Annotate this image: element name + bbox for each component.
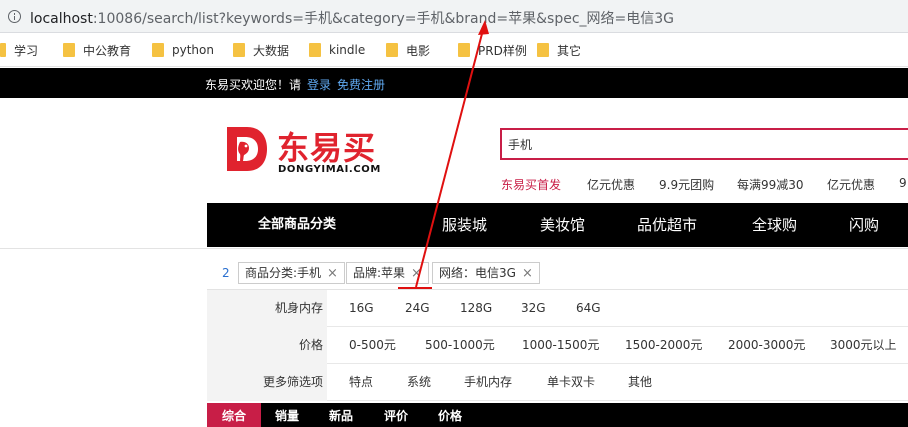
nav-item[interactable]: 品优超市 [637, 203, 697, 247]
filter-option[interactable]: 其他 [628, 364, 652, 401]
url-text[interactable]: localhost:10086/search/list?keywords=手机&… [30, 8, 674, 28]
sort-tab[interactable]: 价格 [438, 403, 462, 427]
folder-icon [386, 43, 398, 57]
bookmark-item[interactable]: 中公教育 [63, 42, 131, 58]
filter-option[interactable]: 32G [521, 290, 546, 327]
filter-option[interactable]: 手机内存 [464, 364, 512, 401]
hot-link[interactable]: 9 [899, 176, 907, 190]
sort-tab[interactable]: 新品 [329, 403, 353, 427]
site-logo[interactable]: 东易买 DONGYIMAI.COM [225, 123, 395, 178]
filter-option[interactable]: 1500-2000元 [625, 327, 702, 364]
filter-option[interactable]: 500-1000元 [425, 327, 495, 364]
hot-link[interactable]: 亿元优惠 [827, 176, 875, 193]
hot-link[interactable]: 亿元优惠 [587, 176, 635, 193]
filter-option[interactable]: 特点 [349, 364, 373, 401]
filter-panel: 机身内存 16G 24G 128G 32G 64G 价格 0-500元 500-… [207, 289, 908, 402]
nav-item[interactable]: 美妆馆 [540, 203, 585, 247]
close-icon[interactable]: × [522, 266, 533, 281]
folder-icon [63, 43, 75, 57]
filter-option[interactable]: 24G [405, 290, 430, 327]
divider [0, 248, 908, 249]
url-path: :10086/search/list?keywords=手机&category=… [92, 11, 675, 27]
bookmark-item[interactable]: 学习 [0, 42, 38, 58]
bookmark-item[interactable]: PRD样例 [458, 42, 527, 58]
welcome-text: 东易买欢迎您！请 登录 免费注册 [205, 78, 386, 92]
info-icon[interactable] [8, 10, 21, 23]
search-input[interactable] [502, 130, 908, 158]
logo-name: 东易买 [277, 129, 377, 167]
bookmark-item[interactable]: kindle [309, 42, 365, 58]
folder-icon [152, 43, 164, 57]
top-bar: 东易买欢迎您！请 登录 免费注册 [0, 68, 908, 98]
bookmark-item[interactable]: 电影 [386, 42, 430, 58]
logo-domain: DONGYIMAI.COM [278, 164, 381, 175]
folder-icon [537, 43, 549, 57]
filter-option[interactable]: 16G [349, 290, 374, 327]
filter-option[interactable]: 64G [576, 290, 601, 327]
login-link[interactable]: 登录 [307, 78, 331, 92]
filter-label: 机身内存 [207, 290, 327, 327]
filter-option[interactable]: 128G [460, 290, 492, 327]
main-nav: 全部商品分类 服装城 美妆馆 品优超市 全球购 闪购 [207, 203, 908, 247]
close-icon[interactable]: × [411, 266, 422, 281]
filter-option[interactable]: 单卡双卡 [547, 364, 595, 401]
filter-option[interactable]: 1000-1500元 [522, 327, 599, 364]
bookmark-item[interactable]: 大数据 [233, 42, 289, 58]
hot-link[interactable]: 9.9元团购 [659, 176, 714, 193]
hot-link[interactable]: 东易买首发 [501, 176, 561, 193]
nav-item[interactable]: 服装城 [442, 203, 487, 247]
filter-row-price: 价格 0-500元 500-1000元 1000-1500元 1500-2000… [207, 327, 908, 364]
filter-chip: 品牌:苹果 × [346, 262, 429, 284]
filter-label: 价格 [207, 327, 327, 364]
filter-chip: 网络：电信3G × [432, 262, 540, 284]
bookmarks-bar: 学习 中公教育 python 大数据 kindle 电影 PRD样例 其它 [0, 33, 908, 67]
search-box [500, 128, 908, 160]
filter-option[interactable]: 系统 [407, 364, 431, 401]
filter-option[interactable]: 3000元以上 [830, 327, 897, 364]
register-link[interactable]: 免费注册 [337, 78, 385, 92]
filter-option[interactable]: 2000-3000元 [728, 327, 805, 364]
breadcrumb-count: 2 [222, 266, 230, 280]
address-bar[interactable]: localhost:10086/search/list?keywords=手机&… [0, 0, 908, 33]
folder-icon [458, 43, 470, 57]
bookmark-item[interactable]: python [152, 42, 214, 58]
filter-label: 更多筛选项 [207, 364, 327, 401]
filter-row-memory: 机身内存 16G 24G 128G 32G 64G [207, 290, 908, 327]
nav-item[interactable]: 全球购 [752, 203, 797, 247]
elephant-logo-icon [227, 127, 267, 171]
sort-bar: 综合 销量 新品 评价 价格 [207, 403, 908, 427]
sort-tab[interactable]: 评价 [384, 403, 408, 427]
all-categories-menu[interactable]: 全部商品分类 [207, 203, 387, 247]
sort-tab[interactable]: 销量 [275, 403, 299, 427]
url-host: localhost [30, 11, 93, 27]
folder-icon [309, 43, 321, 57]
folder-icon [233, 43, 245, 57]
nav-item[interactable]: 闪购 [849, 203, 879, 247]
close-icon[interactable]: × [327, 266, 338, 281]
filter-chip: 商品分类:手机 × [238, 262, 345, 284]
folder-icon [0, 43, 6, 57]
filter-row-more: 更多筛选项 特点 系统 手机内存 单卡双卡 其他 [207, 364, 908, 401]
sort-tab-active[interactable]: 综合 [207, 403, 261, 427]
bookmark-item[interactable]: 其它 [537, 42, 581, 58]
hot-link[interactable]: 每满99减30 [737, 176, 804, 193]
filter-option[interactable]: 0-500元 [349, 327, 396, 364]
